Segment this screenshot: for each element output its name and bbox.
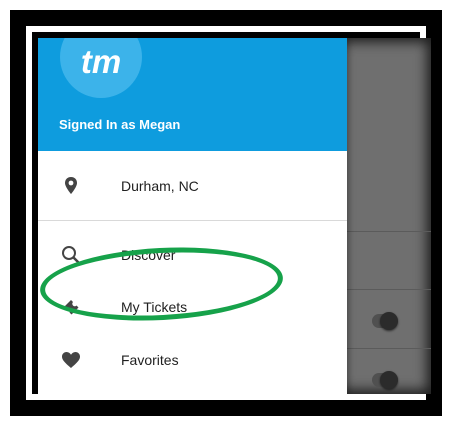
navigation-drawer: tm Signed In as Megan Durham, NC Discove… [38,38,347,394]
toggle-knob [380,312,398,330]
heart-icon [60,349,82,371]
background-toggle[interactable] [372,312,398,330]
signed-in-label: Signed In as Megan [59,117,181,132]
location-pin-icon [60,175,82,197]
drawer-header: tm Signed In as Megan [38,38,347,151]
menu-item-favorites[interactable]: Favorites [38,337,347,385]
menu-item-label: Favorites [121,352,179,368]
logo-text: tm [80,43,122,80]
background-toggle[interactable] [372,371,398,389]
ticketmaster-logo: tm [60,38,142,98]
app-screen: tm Signed In as Megan Durham, NC Discove… [38,38,431,394]
menu-divider [38,220,347,221]
location-item[interactable]: Durham, NC [38,163,347,211]
toggle-knob [380,371,398,389]
location-label: Durham, NC [121,178,199,194]
